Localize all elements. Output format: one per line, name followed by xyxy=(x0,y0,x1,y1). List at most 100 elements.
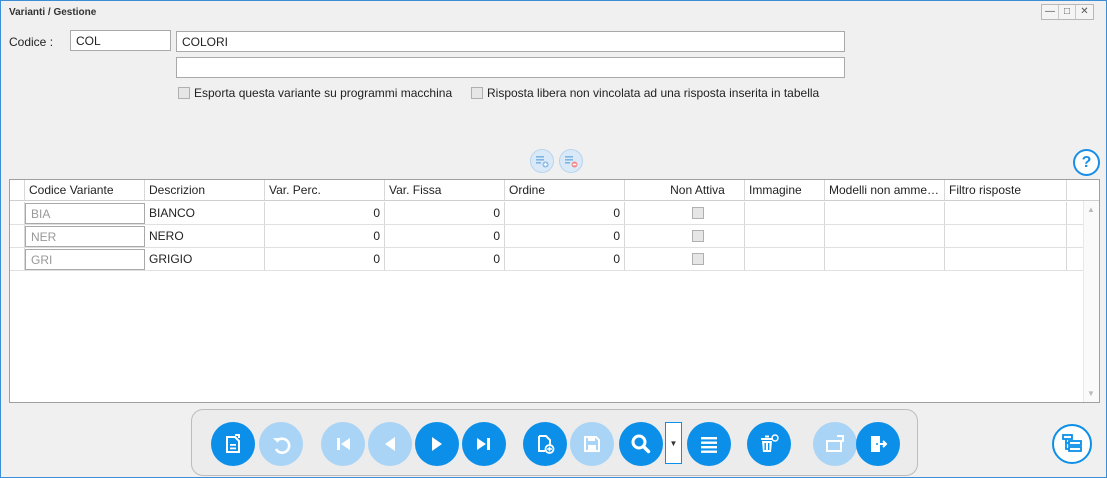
header-ordine[interactable]: Ordine xyxy=(505,180,625,200)
var-perc-cell[interactable]: 0 xyxy=(265,202,385,224)
add-row-icon xyxy=(536,156,549,168)
row-indicator xyxy=(10,225,25,247)
non-attiva-checkbox[interactable] xyxy=(691,253,704,265)
filtro-cell[interactable] xyxy=(945,248,1067,270)
remove-row-icon xyxy=(565,156,578,168)
descrizione-field[interactable]: COLORI xyxy=(176,31,845,52)
last-record-icon xyxy=(477,438,490,450)
non-attiva-checkbox[interactable] xyxy=(691,207,704,219)
first-record-icon xyxy=(337,438,350,450)
undo-button[interactable] xyxy=(259,422,303,466)
row-indicator-header xyxy=(10,180,25,200)
tags-icon xyxy=(826,435,844,452)
risposta-label: Risposta libera non vincolata ad una ris… xyxy=(487,86,820,100)
remove-row-button[interactable] xyxy=(559,149,583,173)
header-codice-variante[interactable]: Codice Variante xyxy=(25,180,145,200)
codice-variante-cell[interactable]: BIA xyxy=(25,203,145,224)
header-var-fissa[interactable]: Var. Fissa xyxy=(385,180,505,200)
filtro-cell[interactable] xyxy=(945,225,1067,247)
table-row[interactable]: BIA BIANCO 0 0 0 xyxy=(10,202,1084,225)
var-perc-cell[interactable]: 0 xyxy=(265,225,385,247)
var-perc-cell[interactable]: 0 xyxy=(265,248,385,270)
list-button[interactable] xyxy=(687,422,731,466)
immagine-cell[interactable] xyxy=(745,248,825,270)
edit-button[interactable] xyxy=(211,422,255,466)
header-filtro-risposte[interactable]: Filtro risposte xyxy=(945,180,1067,200)
delete-icon xyxy=(761,434,779,452)
window: Varianti / Gestione — □ ✕ Codice : COL C… xyxy=(0,0,1107,478)
var-fissa-cell[interactable]: 0 xyxy=(385,225,505,247)
modelli-cell[interactable] xyxy=(825,225,945,247)
header-var-perc[interactable]: Var. Perc. xyxy=(265,180,385,200)
exit-button[interactable] xyxy=(856,422,900,466)
descrizione-cell[interactable]: BIANCO xyxy=(145,202,265,224)
help-button[interactable]: ? xyxy=(1073,149,1100,176)
delete-button[interactable] xyxy=(747,422,791,466)
new-document-icon xyxy=(538,435,555,454)
header-modelli-non-ammessi[interactable]: Modelli non amme… xyxy=(825,180,945,200)
new-record-button[interactable] xyxy=(523,422,567,466)
title-bar: Varianti / Gestione — □ ✕ xyxy=(1,1,1106,25)
non-attiva-cell xyxy=(625,248,745,270)
last-record-button[interactable] xyxy=(462,422,506,466)
search-icon xyxy=(631,434,651,454)
non-attiva-checkbox[interactable] xyxy=(691,230,704,242)
table-row[interactable]: NER NERO 0 0 0 xyxy=(10,225,1084,248)
list-icon xyxy=(701,437,717,453)
ordine-cell[interactable]: 0 xyxy=(505,202,625,224)
ordine-cell[interactable]: 0 xyxy=(505,248,625,270)
scroll-up-icon[interactable]: ▲ xyxy=(1087,205,1095,214)
grid-header: Codice Variante Descrizion Var. Perc. Va… xyxy=(10,180,1099,201)
descrizione-cell[interactable]: NERO xyxy=(145,225,265,247)
codice-label: Codice : xyxy=(9,35,54,49)
row-indicator xyxy=(10,248,25,270)
edit-document-icon xyxy=(226,434,240,453)
export-option: Esporta questa variante su programmi mac… xyxy=(178,86,452,100)
vertical-scrollbar[interactable]: ▲ ▼ xyxy=(1083,201,1099,402)
layout-button[interactable] xyxy=(1052,424,1092,464)
descrizione-cell[interactable]: GRIGIO xyxy=(145,248,265,270)
close-button[interactable]: ✕ xyxy=(1076,5,1093,19)
scroll-down-icon[interactable]: ▼ xyxy=(1087,389,1095,398)
descrizione2-field[interactable] xyxy=(176,57,845,78)
codice-variante-cell[interactable]: GRI xyxy=(25,249,145,270)
layout-icon xyxy=(1062,434,1082,452)
add-row-button[interactable] xyxy=(530,149,554,173)
navigation-toolbar: ▼ xyxy=(191,409,918,476)
immagine-cell[interactable] xyxy=(745,202,825,224)
risposta-checkbox[interactable] xyxy=(471,87,483,99)
header-descrizione[interactable]: Descrizion xyxy=(145,180,265,200)
modelli-cell[interactable] xyxy=(825,248,945,270)
table-row[interactable]: GRI GRIGIO 0 0 0 xyxy=(10,248,1084,271)
codice-field[interactable]: COL xyxy=(70,30,171,51)
non-attiva-cell xyxy=(625,202,745,224)
header-immagine[interactable]: Immagine xyxy=(745,180,825,200)
save-button[interactable] xyxy=(570,422,614,466)
next-record-button[interactable] xyxy=(415,422,459,466)
codice-variante-cell[interactable]: NER xyxy=(25,226,145,247)
search-dropdown[interactable]: ▼ xyxy=(665,422,682,464)
save-icon xyxy=(584,436,600,452)
export-label: Esporta questa variante su programmi mac… xyxy=(194,86,453,100)
first-record-button[interactable] xyxy=(321,422,365,466)
header-non-attiva[interactable]: Non Attiva xyxy=(625,180,745,200)
ordine-cell[interactable]: 0 xyxy=(505,225,625,247)
var-fissa-cell[interactable]: 0 xyxy=(385,248,505,270)
modelli-cell[interactable] xyxy=(825,202,945,224)
exit-icon xyxy=(871,436,888,452)
maximize-button[interactable]: □ xyxy=(1059,5,1076,19)
export-checkbox[interactable] xyxy=(178,87,190,99)
help-icon: ? xyxy=(1081,153,1092,171)
previous-record-icon xyxy=(385,437,395,451)
search-button[interactable] xyxy=(619,422,663,466)
minimize-button[interactable]: — xyxy=(1042,5,1059,19)
window-title: Varianti / Gestione xyxy=(9,7,97,18)
previous-record-button[interactable] xyxy=(368,422,412,466)
variants-grid: Codice Variante Descrizion Var. Perc. Va… xyxy=(9,179,1100,403)
var-fissa-cell[interactable]: 0 xyxy=(385,202,505,224)
immagine-cell[interactable] xyxy=(745,225,825,247)
tags-button[interactable] xyxy=(813,422,857,466)
chevron-down-icon: ▼ xyxy=(669,438,678,448)
risposta-option: Risposta libera non vincolata ad una ris… xyxy=(471,86,819,100)
filtro-cell[interactable] xyxy=(945,202,1067,224)
